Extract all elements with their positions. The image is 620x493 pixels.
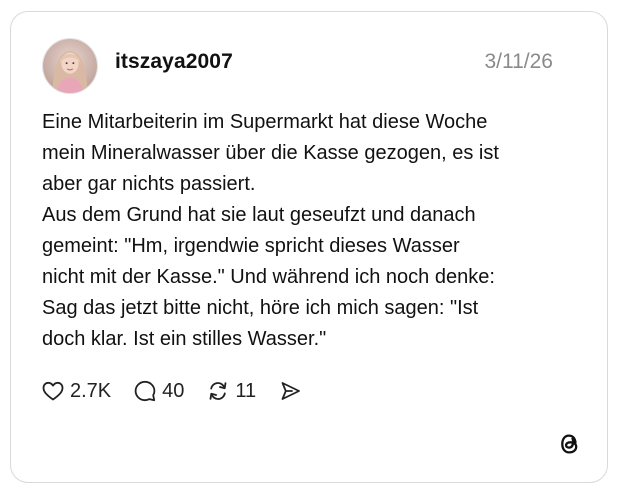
repost-icon bbox=[210, 382, 227, 400]
like-count: 2.7K bbox=[70, 379, 112, 402]
threads-logo-icon bbox=[561, 434, 578, 454]
post-date: 3/11/26 bbox=[484, 50, 553, 73]
avatar[interactable] bbox=[42, 38, 98, 94]
comment-button[interactable]: 40 bbox=[133, 379, 184, 403]
post-text: Eine Mitarbeiterin im Supermarkt hat die… bbox=[42, 111, 499, 350]
repost-count: 11 bbox=[235, 379, 257, 402]
comment-count: 40 bbox=[162, 379, 185, 402]
action-bar: 2.7K 40 11 bbox=[41, 377, 324, 405]
like-button[interactable]: 2.7K bbox=[41, 379, 111, 403]
username[interactable]: itszaya2007 bbox=[115, 50, 233, 74]
share-icon bbox=[281, 382, 301, 400]
comment-icon bbox=[134, 380, 156, 402]
heart-icon bbox=[42, 381, 64, 401]
post-card: itszaya2007 3/11/26 Eine Mitarbeiterin i… bbox=[10, 11, 608, 483]
share-button[interactable] bbox=[278, 379, 302, 403]
repost-button[interactable]: 11 bbox=[206, 379, 256, 403]
